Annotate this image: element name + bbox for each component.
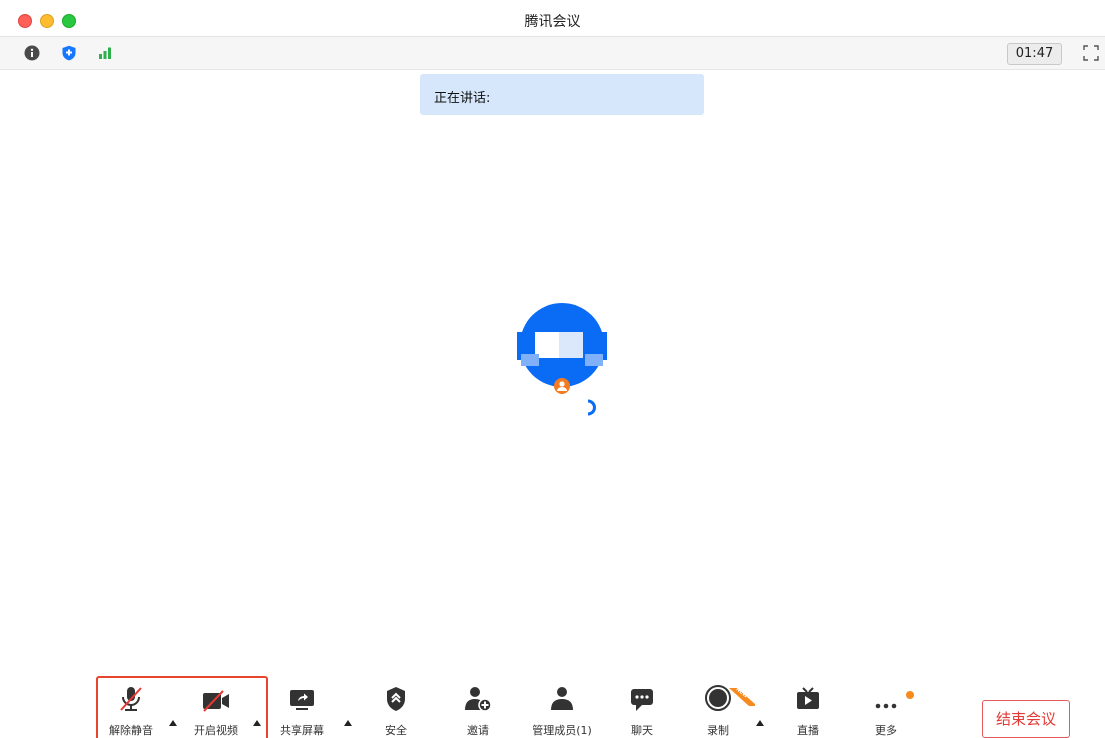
meeting-timer: 01:47 xyxy=(1007,43,1062,65)
manage-members-button[interactable]: 管理成员(1) xyxy=(528,676,596,738)
mic-options-caret[interactable] xyxy=(168,712,178,726)
live-button[interactable]: 直播 xyxy=(786,676,830,738)
start-video-label: 开启视频 xyxy=(194,724,238,737)
chat-icon xyxy=(629,676,655,712)
new-badge: NEW xyxy=(729,686,755,706)
video-options-caret[interactable] xyxy=(252,712,262,726)
security-label: 安全 xyxy=(385,724,407,737)
fullscreen-icon[interactable] xyxy=(1082,44,1100,62)
speaking-label: 正在讲话: xyxy=(434,91,491,106)
manage-members-label: 管理成员(1) xyxy=(532,724,592,737)
shield-icon[interactable] xyxy=(61,45,77,61)
window-title: 腾讯会议 xyxy=(524,14,581,30)
more-label: 更多 xyxy=(875,724,897,737)
share-screen-button[interactable]: 共享屏幕 xyxy=(274,676,330,738)
members-icon xyxy=(550,676,574,712)
share-screen-label: 共享屏幕 xyxy=(280,724,324,737)
unmute-label: 解除静音 xyxy=(109,724,153,737)
meeting-toolbar: 解除静音 开启视频 共享屏幕 安全 邀请 管理成员(1) 聊天 录制 NEW 直… xyxy=(0,676,1105,738)
security-button[interactable]: 安全 xyxy=(374,676,418,738)
live-label: 直播 xyxy=(797,724,819,737)
share-options-caret[interactable] xyxy=(343,712,353,726)
participant-avatar xyxy=(513,302,611,422)
invite-label: 邀请 xyxy=(467,724,489,737)
speaking-banner: 正在讲话: xyxy=(420,74,704,115)
signal-icon[interactable] xyxy=(97,45,113,61)
share-screen-icon xyxy=(288,676,316,712)
record-button[interactable]: 录制 xyxy=(696,676,740,738)
live-icon xyxy=(795,676,821,712)
mic-muted-icon xyxy=(118,676,144,712)
info-icon[interactable] xyxy=(24,45,40,61)
more-icon xyxy=(873,676,899,712)
title-bar: 腾讯会议 xyxy=(0,0,1105,36)
record-icon xyxy=(704,676,732,712)
notification-dot xyxy=(906,691,914,699)
record-options-caret[interactable] xyxy=(755,712,765,726)
chat-button[interactable]: 聊天 xyxy=(620,676,664,738)
record-label: 录制 xyxy=(707,724,729,737)
more-button[interactable]: 更多 xyxy=(864,676,908,738)
end-meeting-button[interactable]: 结束会议 xyxy=(982,700,1070,738)
start-video-button[interactable]: 开启视频 xyxy=(187,676,245,738)
invite-user-icon xyxy=(464,676,492,712)
meeting-info-bar: 01:47 xyxy=(0,36,1105,70)
security-shield-icon xyxy=(385,676,407,712)
chat-label: 聊天 xyxy=(631,724,653,737)
invite-button[interactable]: 邀请 xyxy=(456,676,500,738)
unmute-button[interactable]: 解除静音 xyxy=(103,676,159,738)
camera-off-icon xyxy=(201,676,231,712)
